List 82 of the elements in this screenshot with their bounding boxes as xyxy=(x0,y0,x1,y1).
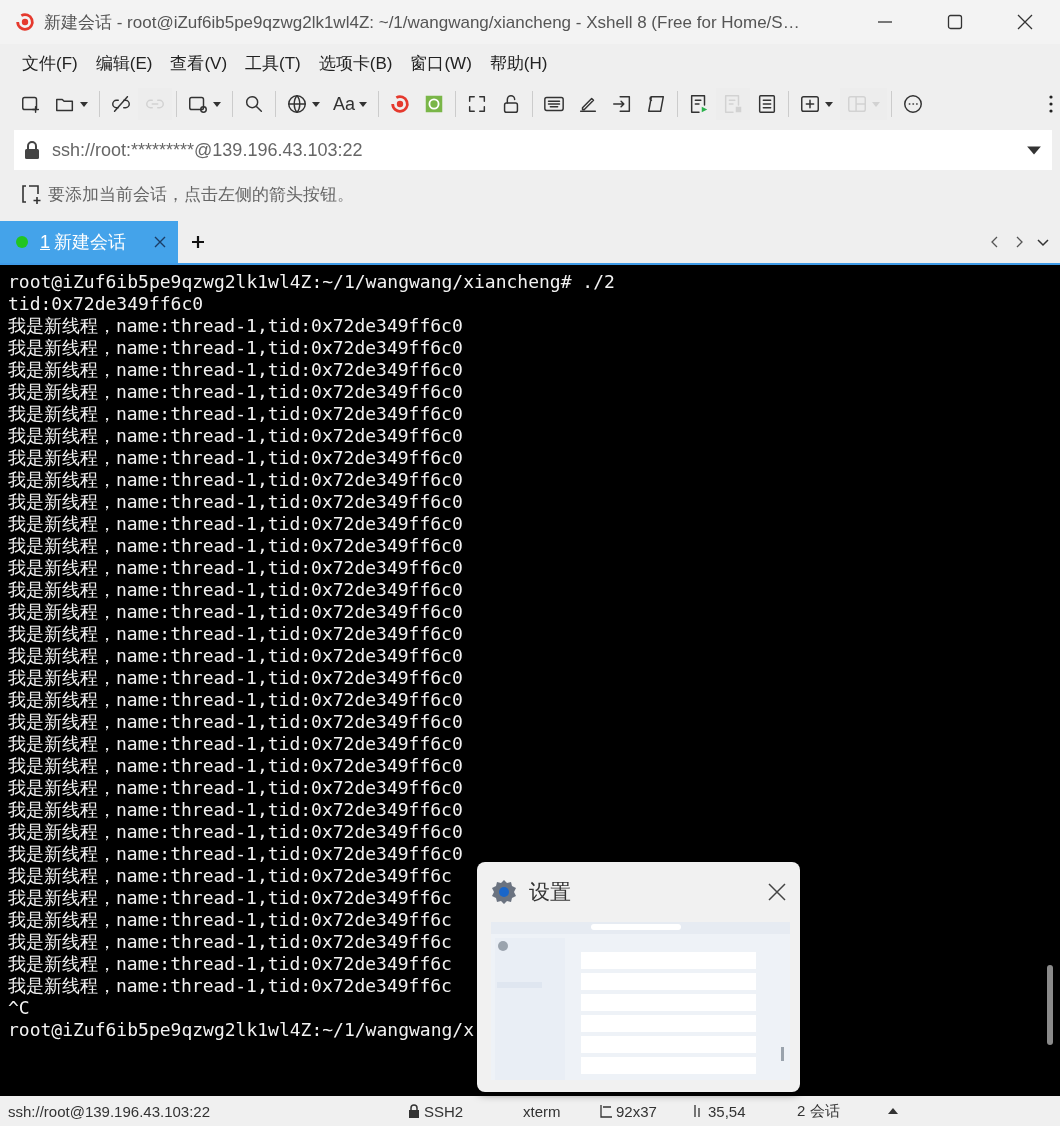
status-size: 92x37 xyxy=(616,1102,657,1120)
menu-item[interactable]: 帮助(H) xyxy=(481,47,556,79)
close-icon[interactable] xyxy=(768,883,786,901)
terminal-line: 我是新线程，name:thread-1,tid:0x72de349ff6c0 xyxy=(8,645,463,667)
menu-item[interactable]: 选项卡(B) xyxy=(310,47,401,79)
terminal-line: 我是新线程，name:thread-1,tid:0x72de349ff6c0 xyxy=(8,623,463,645)
terminal-line: 我是新线程，name:thread-1,tid:0x72de349ff6c0 xyxy=(8,491,463,513)
caret-icon xyxy=(212,99,222,109)
globe-icon xyxy=(286,93,308,115)
terminal-line: 我是新线程，name:thread-1,tid:0x72de349ff6c0 xyxy=(8,689,463,711)
status-terminal-type: xterm xyxy=(523,1102,562,1120)
terminal-line: 我是新线程，name:thread-1,tid:0x72de349ff6c0 xyxy=(8,733,463,755)
status-cursor: 35,54 xyxy=(708,1102,746,1120)
font-button[interactable]: Aa xyxy=(327,88,375,120)
folder-plus-icon xyxy=(799,93,822,115)
status-address: ssh://root@139.196.43.103:22 xyxy=(8,1102,212,1120)
scrollbar-thumb[interactable] xyxy=(1047,965,1053,1045)
close-icon xyxy=(1016,13,1034,31)
status-sessions: 2 会话 xyxy=(797,1101,841,1121)
app-logo-icon xyxy=(14,11,36,33)
preview-title: 设置 xyxy=(529,879,572,905)
terminal-line: 我是新线程，name:thread-1,tid:0x72de349ff6c xyxy=(8,953,452,975)
terminal-line: 我是新线程，name:thread-1,tid:0x72de349ff6c0 xyxy=(8,337,463,359)
terminal-line: 我是新线程，name:thread-1,tid:0x72de349ff6c0 xyxy=(8,601,463,623)
terminal-line: 我是新线程，name:thread-1,tid:0x72de349ff6c xyxy=(8,931,452,953)
terminal-line: 我是新线程，name:thread-1,tid:0x72de349ff6c0 xyxy=(8,359,463,381)
maximize-icon xyxy=(946,13,964,31)
caret-icon xyxy=(79,99,89,109)
caret-icon xyxy=(824,99,835,109)
terminal-line: 我是新线程，name:thread-1,tid:0x72de349ff6c0 xyxy=(8,843,463,865)
terminal-line: 我是新线程，name:thread-1,tid:0x72de349ff6c0 xyxy=(8,821,463,843)
caret-icon xyxy=(311,99,321,109)
layout-icon xyxy=(846,93,869,115)
terminal-line: 我是新线程，name:thread-1,tid:0x72de349ff6c0 xyxy=(8,381,463,403)
terminal-line: tid:0x72de349ff6c0 xyxy=(8,293,204,315)
terminal-line: 我是新线程，name:thread-1,tid:0x72de349ff6c0 xyxy=(8,667,463,689)
terminal-line: 我是新线程，name:thread-1,tid:0x72de349ff6c0 xyxy=(8,579,463,601)
swirl-logo-icon xyxy=(389,93,412,115)
terminal-line: 我是新线程，name:thread-1,tid:0x72de349ff6c0 xyxy=(8,755,463,777)
hint-text: 要添加当前会话，点击左侧的箭头按钮。 xyxy=(48,183,354,206)
terminal-line: 我是新线程，name:thread-1,tid:0x72de349ff6c0 xyxy=(8,557,463,579)
menu-item[interactable]: 工具(T) xyxy=(237,47,309,79)
unlink-icon xyxy=(110,93,132,115)
terminal-line: 我是新线程，name:thread-1,tid:0x72de349ff6c0 xyxy=(8,799,463,821)
terminal-line: 我是新线程，name:thread-1,tid:0x72de349ff6c0 xyxy=(8,403,463,425)
terminal-line: 我是新线程，name:thread-1,tid:0x72de349ff6c xyxy=(8,865,452,887)
add-session-icon[interactable] xyxy=(20,183,42,205)
terminal-line: 我是新线程，name:thread-1,tid:0x72de349ff6c xyxy=(8,909,452,931)
resize-icon xyxy=(600,1104,612,1118)
terminal-line: 我是新线程，name:thread-1,tid:0x72de349ff6c0 xyxy=(8,777,463,799)
chat-icon xyxy=(902,93,925,115)
terminal-line: root@iZuf6ib5pe9qzwg2lk1wl4Z:~/1/wangwang/xiancheng# ./2 xyxy=(8,271,615,293)
menu-item[interactable]: 编辑(E) xyxy=(87,47,161,79)
more-icon[interactable] xyxy=(1048,94,1054,114)
caret-icon xyxy=(871,99,882,109)
minimize-icon xyxy=(878,21,892,23)
gear-icon xyxy=(491,879,517,905)
menu-item[interactable]: 查看(V) xyxy=(162,47,236,79)
tab-label: 新建会话 xyxy=(54,231,127,254)
terminal-line: ^C xyxy=(8,997,30,1019)
menu-item[interactable]: 文件(F) xyxy=(14,47,86,79)
lock-icon xyxy=(408,1104,420,1118)
search-icon xyxy=(243,93,265,115)
lock-icon xyxy=(24,141,40,159)
caret-icon xyxy=(358,99,369,109)
close-icon[interactable] xyxy=(154,236,166,248)
window-title: 新建会话 - root@iZuf6ib5pe9qzwg2lk1wl4Z: ~/1/wangwang/xiancheng - Xshell 8 (Free for Home/S… xyxy=(44,11,801,34)
terminal-line: 我是新线程，name:thread-1,tid:0x72de349ff6c0 xyxy=(8,469,463,491)
terminal-line: 我是新线程，name:thread-1,tid:0x72de349ff6c0 xyxy=(8,535,463,557)
terminal-line: 我是新线程，name:thread-1,tid:0x72de349ff6c0 xyxy=(8,425,463,447)
tab-number: 1 xyxy=(40,231,50,253)
terminal-line: 我是新线程，name:thread-1,tid:0x72de349ff6c0 xyxy=(8,711,463,733)
terminal-line: root@iZuf6ib5pe9qzwg2lk1wl4Z:~/1/wangwang/x xyxy=(8,1019,474,1041)
terminal-line: 我是新线程，name:thread-1,tid:0x72de349ff6c0 xyxy=(8,447,463,469)
terminal-line: 我是新线程，name:thread-1,tid:0x72de349ff6c0 xyxy=(8,513,463,535)
plus-icon[interactable] xyxy=(190,234,206,250)
terminal-line: 我是新线程，name:thread-1,tid:0x72de349ff6c xyxy=(8,887,452,909)
address-field[interactable]: ssh://root:*********@139.196.43.103:22 xyxy=(14,130,1052,170)
status-protocol: SSH2 xyxy=(424,1102,464,1120)
terminal-line: 我是新线程，name:thread-1,tid:0x72de349ff6c0 xyxy=(8,315,463,337)
menu-item[interactable]: 窗口(W) xyxy=(402,47,480,79)
terminal-line: 我是新线程，name:thread-1,tid:0x72de349ff6c xyxy=(8,975,452,997)
